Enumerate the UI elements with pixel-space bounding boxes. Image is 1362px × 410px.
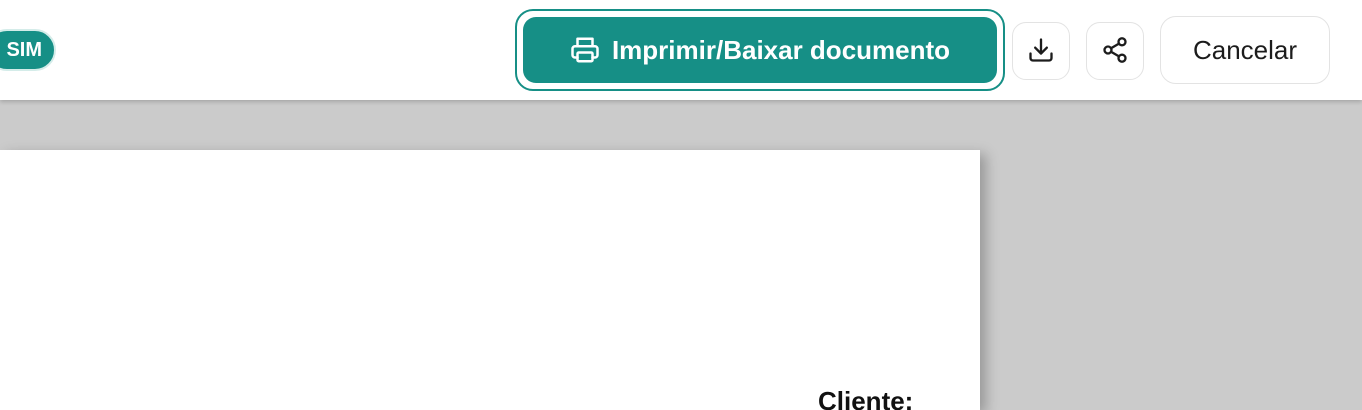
print-download-button-label: Imprimir/Baixar documento	[611, 34, 951, 65]
print-download-button[interactable]: Imprimir/Baixar documento	[523, 17, 997, 83]
share-button[interactable]	[1086, 22, 1144, 80]
printer-icon	[570, 35, 600, 65]
share-icon	[1101, 36, 1129, 67]
status-badge: SIM	[0, 29, 56, 71]
download-button[interactable]	[1012, 22, 1070, 80]
document-page: Cliente:	[0, 150, 980, 410]
cancel-button[interactable]: Cancelar	[1160, 16, 1330, 84]
top-toolbar: SIM Imprimir/Baixar documento Cancelar	[0, 0, 1362, 100]
print-button-focus-ring: Imprimir/Baixar documento	[515, 9, 1005, 91]
client-label: Cliente:	[818, 386, 914, 410]
download-icon	[1027, 36, 1055, 67]
status-badge-label: SIM	[6, 38, 42, 61]
